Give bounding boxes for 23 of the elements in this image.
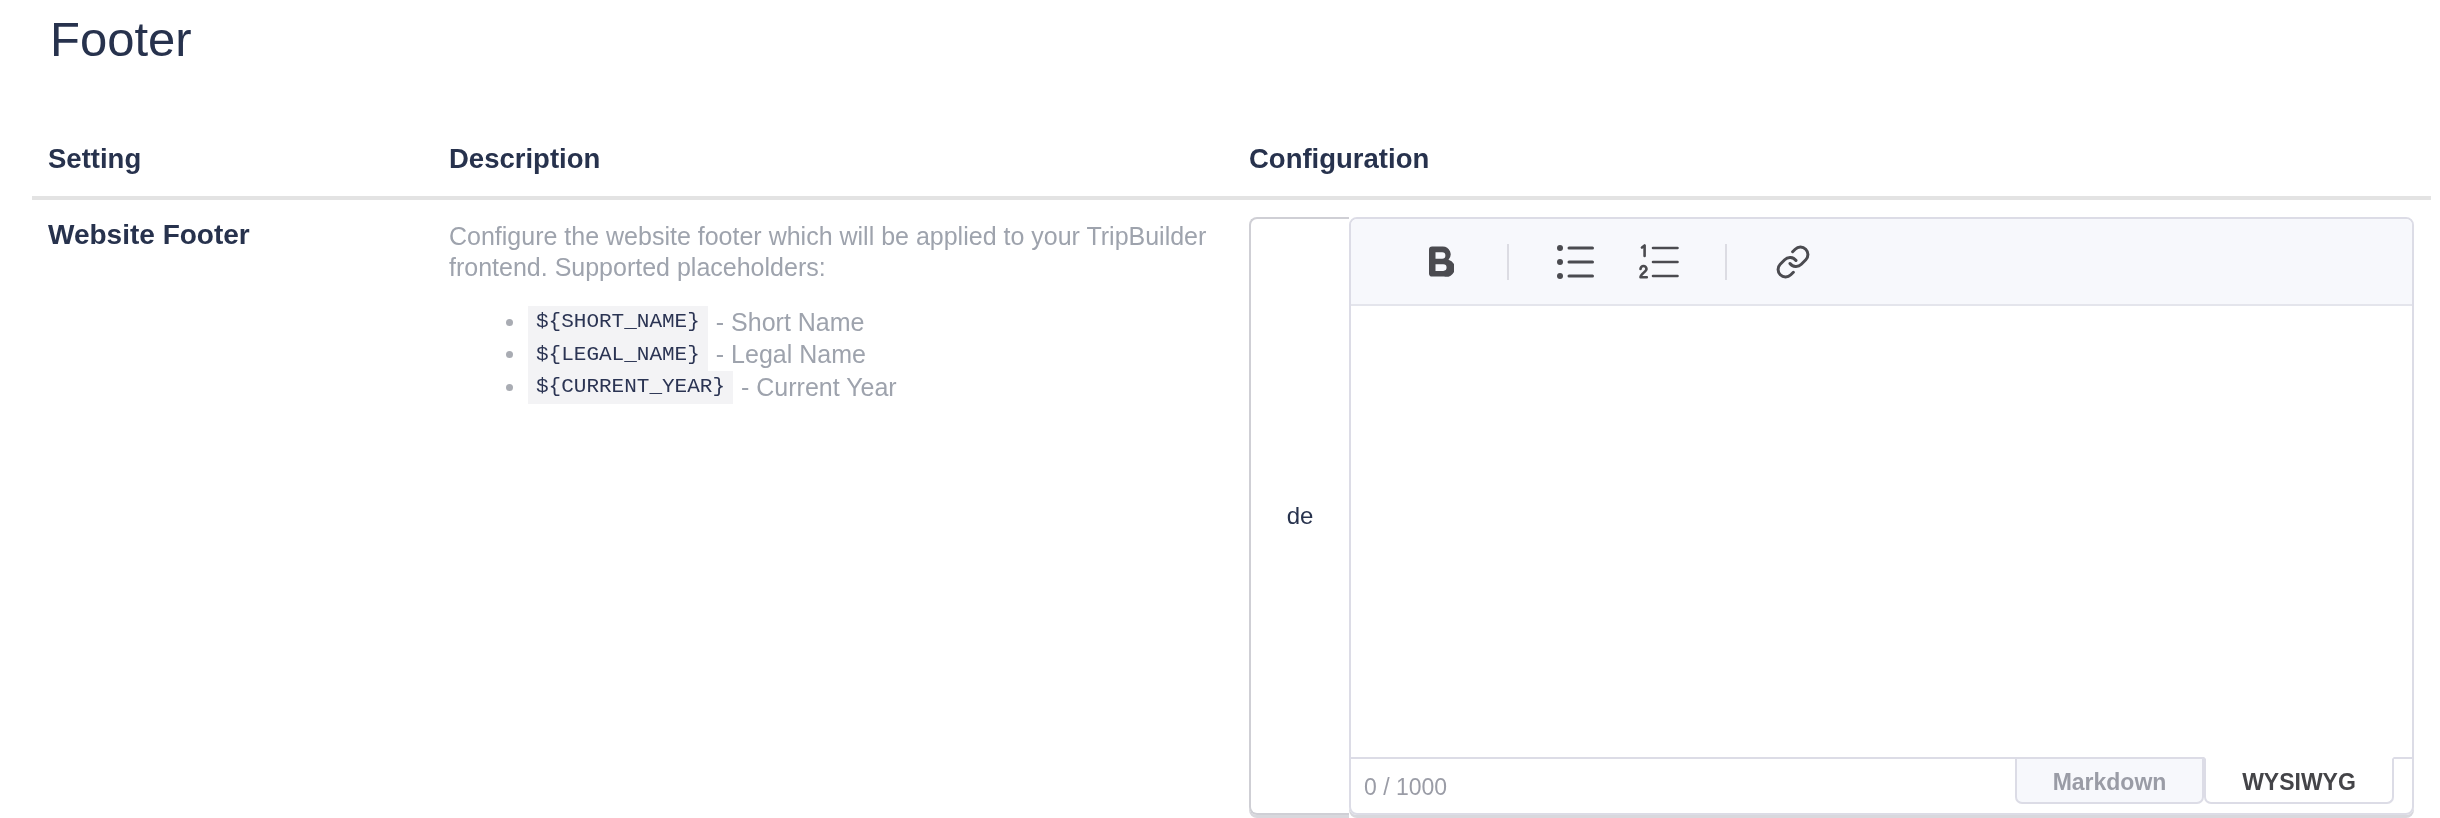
bullet-list-icon [1556, 244, 1594, 279]
column-header: Setting [48, 143, 142, 174]
column-header: Configuration [1249, 143, 1430, 174]
setting-name: Website Footer [48, 219, 250, 250]
placeholder-label: - Legal Name [715, 339, 866, 371]
page-title: Footer [50, 11, 192, 68]
numbered-list-icon [1639, 244, 1679, 279]
mode-tab[interactable]: WYSIWYG [2204, 757, 2394, 804]
bullet-icon [506, 351, 513, 359]
bullet-icon [506, 318, 513, 326]
placeholder-label: - Current Year [741, 371, 897, 403]
bullet-icon [506, 383, 513, 391]
placeholder-label: - Short Name [715, 306, 865, 338]
column-header: Description [449, 143, 601, 174]
bold-icon [1428, 246, 1454, 277]
description-text: Configure the website footer which will be applied to your TripBuilder frontend. Supported placeholders: [449, 221, 1208, 283]
placeholder-code: ${CURRENT_YEAR} [528, 371, 734, 404]
placeholder-code: ${SHORT_NAME} [528, 306, 708, 339]
rich-text-editor[interactable]: 0 / 1000 Markdown WYSIWYG [1349, 217, 2414, 815]
character-counter: 0 / 1000 [1364, 773, 1448, 802]
language-label: de [1249, 217, 1349, 815]
placeholder-code: ${LEGAL_NAME} [528, 338, 708, 371]
link-icon [1775, 243, 1811, 280]
